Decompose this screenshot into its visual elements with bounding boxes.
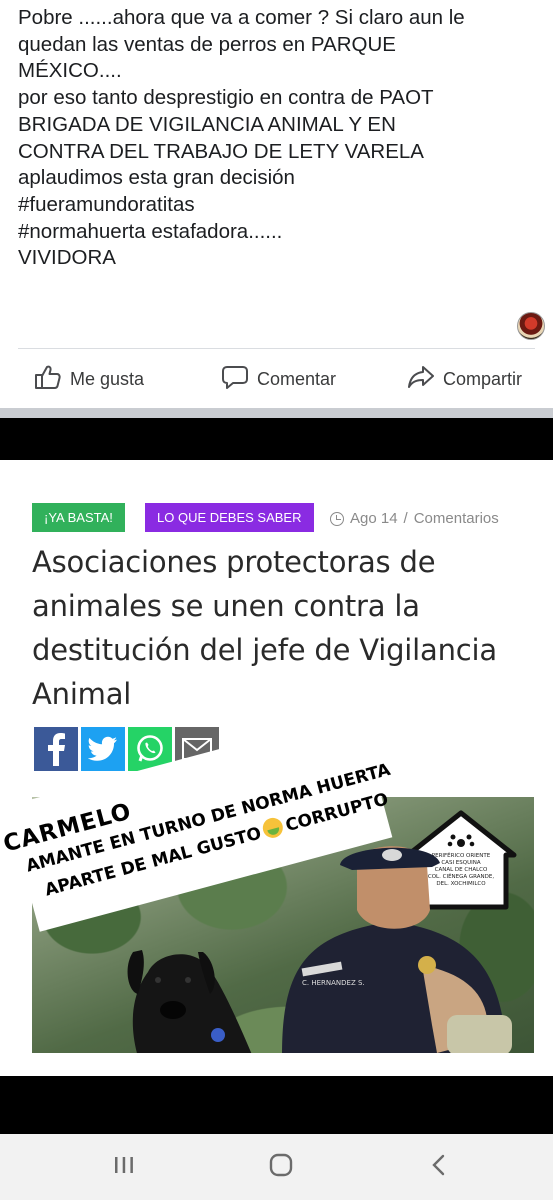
headline-line: animales se unen contra la [32, 589, 420, 623]
meta-separator: / [403, 510, 408, 527]
badge-name: C. HERNANDEZ S. [302, 979, 365, 987]
post-line[interactable]: #fueramundoratitas [18, 192, 543, 219]
facebook-post: Pobre ......ahora que va a comer ? Si cl… [0, 0, 553, 408]
section-separator [0, 408, 553, 418]
like-label: Me gusta [70, 368, 145, 389]
post-line: aplaudimos esta gran decisión [18, 166, 295, 190]
comment-icon [221, 363, 249, 396]
reaction-avatar[interactable] [517, 312, 545, 340]
post-text: Pobre ......ahora que va a comer ? Si cl… [18, 5, 543, 272]
post-line: BRIGADA DE VIGILANCIA ANIMAL Y EN [18, 112, 396, 136]
recent-apps-button[interactable] [109, 1154, 139, 1180]
tag-lo-que-debes-saber: LO QUE DEBES SABER [145, 503, 314, 532]
post-line: Pobre ......ahora que va a comer ? Si cl… [18, 6, 465, 29]
comment-button[interactable]: Comentar [221, 352, 336, 406]
recents-icon [112, 1155, 136, 1180]
home-icon [268, 1153, 294, 1182]
tag-ya-basta: ¡YA BASTA! [32, 503, 125, 532]
article-meta: Ago 14 / Comentarios [330, 510, 499, 527]
post-line: VIVIDORA [18, 246, 116, 270]
like-button[interactable]: Me gusta [34, 352, 144, 406]
home-button[interactable] [266, 1153, 296, 1182]
headline-line: Animal [32, 677, 132, 711]
article-date: Ago 14 [350, 510, 398, 527]
comments-link: Comentarios [413, 510, 499, 527]
facebook-icon [34, 727, 78, 771]
post-line: por eso tanto desprestigio en contra de … [18, 86, 434, 110]
article-headline: Asociaciones protectoras de animales se … [32, 540, 532, 716]
share-label: Compartir [443, 368, 523, 389]
share-icon [407, 363, 435, 396]
shared-article-image[interactable]: ¡YA BASTA! LO QUE DEBES SABER Ago 14 / C… [0, 460, 553, 1076]
clock-icon [330, 511, 344, 526]
post-line: MÉXICO.... [18, 59, 122, 83]
post-line[interactable]: #normahuerta estafadora...... [18, 219, 543, 246]
back-button[interactable] [424, 1154, 454, 1180]
headline-line: Asociaciones protectoras de [32, 545, 436, 579]
divider [18, 348, 535, 349]
system-navigation-bar [0, 1134, 553, 1200]
dog-figure [127, 950, 252, 1053]
share-button[interactable]: Compartir [407, 352, 522, 406]
post-actions: Me gusta Comentar Compartir [0, 352, 553, 406]
nauseated-face-icon [260, 815, 286, 841]
headline-line: destitución del jefe de Vigilancia [32, 633, 497, 667]
comment-label: Comentar [257, 368, 337, 389]
post-line: CONTRA DEL TRABAJO DE LETY VARELA [18, 139, 424, 163]
back-icon [429, 1153, 449, 1182]
article-card: ¡YA BASTA! LO QUE DEBES SABER Ago 14 / C… [0, 460, 553, 1076]
thumbs-up-icon [34, 363, 62, 396]
post-line: quedan las ventas de perros en PARQUE [18, 32, 396, 56]
